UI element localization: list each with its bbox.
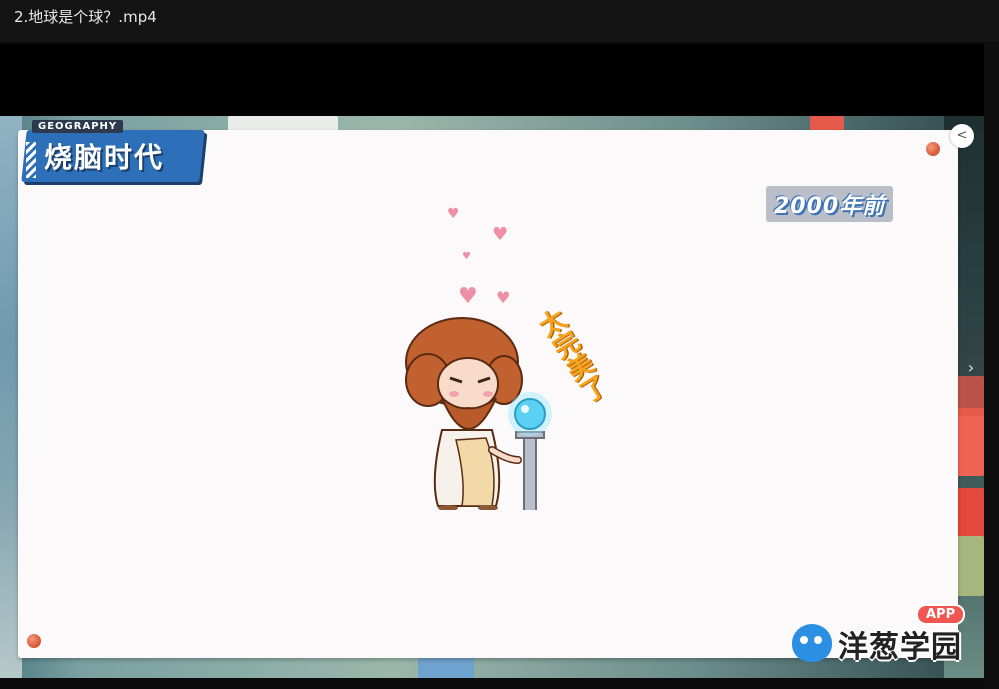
scrollbar-track[interactable] — [984, 44, 999, 689]
heart-icon: ♥ — [462, 251, 471, 262]
heart-icon: ♥ — [496, 288, 511, 307]
player-bottom-edge — [0, 678, 984, 689]
brand-name: 洋葱学园 — [838, 630, 962, 665]
pushpin-icon — [27, 634, 41, 648]
heart-icon: ♥ — [447, 206, 460, 222]
pushpin-icon — [926, 142, 940, 156]
share-button[interactable]: < — [950, 124, 974, 148]
window-title-bar: 2.地球是个球？.mp4 — [0, 0, 999, 42]
heart-icon: ♥ — [492, 224, 509, 245]
chevron-right-icon: › — [967, 358, 975, 377]
era-label: 2000年前 — [766, 186, 894, 222]
video-file-title: 2.地球是个球？.mp4 — [14, 8, 157, 26]
logo-stripe — [26, 142, 36, 178]
video-player[interactable]: ♥ ♥ ♥ ♥ ♥ 太完美了 GEOGRAPHY 烧脑时代 2000年前 < ›… — [0, 44, 984, 678]
speech-exclamation: 太完美了 — [528, 305, 638, 462]
logo-title: 烧脑时代 — [44, 141, 165, 174]
heart-icon: ♥ — [458, 284, 478, 309]
brand-mascot-icon — [792, 624, 832, 662]
next-video-button[interactable]: › — [958, 328, 984, 408]
logo-tag: GEOGRAPHY — [32, 120, 124, 133]
share-icon: < — [956, 128, 968, 143]
